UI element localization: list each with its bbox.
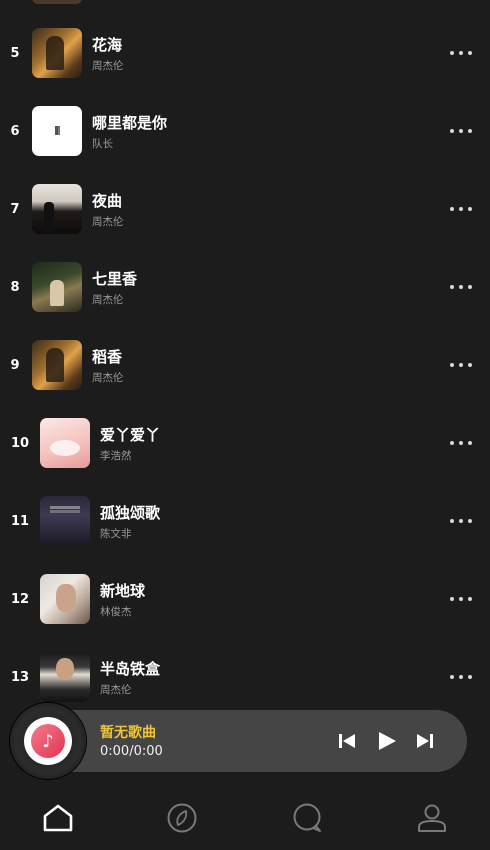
- album-cover: [32, 262, 82, 312]
- song-row[interactable]: 8 七里香 周杰伦: [0, 248, 490, 326]
- song-title: 爱丫爱丫: [100, 426, 161, 444]
- more-options-icon[interactable]: [450, 518, 472, 524]
- music-note-icon: ♪: [31, 724, 65, 758]
- song-title: 新地球: [100, 582, 146, 600]
- song-artist: 周杰伦: [92, 60, 124, 72]
- nav-explore[interactable]: [164, 800, 200, 836]
- rank-number: 11: [10, 514, 30, 529]
- skip-next-icon[interactable]: [414, 730, 436, 752]
- song-title: 半岛铁盒: [100, 660, 161, 678]
- more-options-icon[interactable]: [450, 596, 472, 602]
- rank-number: 12: [10, 592, 30, 607]
- song-row[interactable]: 10 爱丫爱丫 李浩然: [0, 404, 490, 482]
- rank-number: 6: [10, 124, 20, 139]
- vinyl-disc[interactable]: ♪: [10, 703, 86, 779]
- rank-number: 9: [10, 358, 20, 373]
- album-cover: [32, 106, 82, 156]
- now-playing-title: 暂无歌曲: [100, 725, 156, 741]
- song-title: 孤独颂歌: [100, 504, 161, 522]
- album-cover: [32, 28, 82, 78]
- song-row[interactable]: 9 稻香 周杰伦: [0, 326, 490, 404]
- more-options-icon[interactable]: [450, 362, 472, 368]
- song-title: 花海: [92, 36, 123, 54]
- bottom-nav: [0, 790, 490, 850]
- song-title: 稻香: [92, 348, 123, 366]
- song-artist: 周杰伦: [100, 684, 132, 696]
- rank-number: 10: [10, 436, 30, 451]
- song-row[interactable]: 5 花海 周杰伦: [0, 14, 490, 92]
- music-app-icon: ♪: [24, 717, 72, 765]
- song-row[interactable]: 11 孤独颂歌 陈文非: [0, 482, 490, 560]
- song-title: 哪里都是你: [92, 114, 168, 132]
- partial-cover: [32, 0, 82, 4]
- song-artist: 周杰伦: [92, 372, 124, 384]
- rank-number: 13: [10, 670, 30, 685]
- song-row[interactable]: 6 哪里都是你 队长: [0, 92, 490, 170]
- album-cover: [32, 184, 82, 234]
- playback-time: 0:00/0:00: [100, 744, 163, 759]
- more-options-icon[interactable]: [450, 284, 472, 290]
- album-cover: [40, 496, 90, 546]
- more-options-icon[interactable]: [450, 128, 472, 134]
- nav-profile[interactable]: [414, 800, 450, 836]
- song-row[interactable]: 12 新地球 林俊杰: [0, 560, 490, 638]
- album-cover: [40, 418, 90, 468]
- song-list: 5 花海 周杰伦 6 哪里都是你 队长 7 夜曲 周杰伦 8 七里香 周杰伦 9…: [0, 0, 490, 705]
- play-icon[interactable]: [376, 730, 398, 752]
- album-cover: [40, 652, 90, 702]
- song-row[interactable]: 7 夜曲 周杰伦: [0, 170, 490, 248]
- song-row[interactable]: 13 半岛铁盒 周杰伦: [0, 638, 490, 705]
- album-cover: [32, 340, 82, 390]
- song-artist: 陈文非: [100, 528, 132, 540]
- rank-number: 8: [10, 280, 20, 295]
- rank-number: 7: [10, 202, 20, 217]
- more-options-icon[interactable]: [450, 440, 472, 446]
- explore-icon: [167, 803, 197, 833]
- song-artist: 周杰伦: [92, 294, 124, 306]
- song-artist: 林俊杰: [100, 606, 132, 618]
- song-artist: 队长: [92, 138, 113, 150]
- chat-icon: [293, 803, 321, 832]
- song-title: 夜曲: [92, 192, 123, 210]
- album-cover: [40, 574, 90, 624]
- rank-number: 5: [10, 46, 20, 61]
- song-artist: 周杰伦: [92, 216, 124, 228]
- nav-chat[interactable]: [289, 800, 325, 836]
- more-options-icon[interactable]: [450, 50, 472, 56]
- song-artist: 李浩然: [100, 450, 132, 462]
- skip-previous-icon[interactable]: [336, 730, 358, 752]
- nav-home[interactable]: [40, 800, 76, 836]
- more-options-icon[interactable]: [450, 674, 472, 680]
- more-options-icon[interactable]: [450, 206, 472, 212]
- user-icon: [418, 804, 446, 832]
- song-title: 七里香: [92, 270, 138, 288]
- home-icon: [43, 804, 73, 832]
